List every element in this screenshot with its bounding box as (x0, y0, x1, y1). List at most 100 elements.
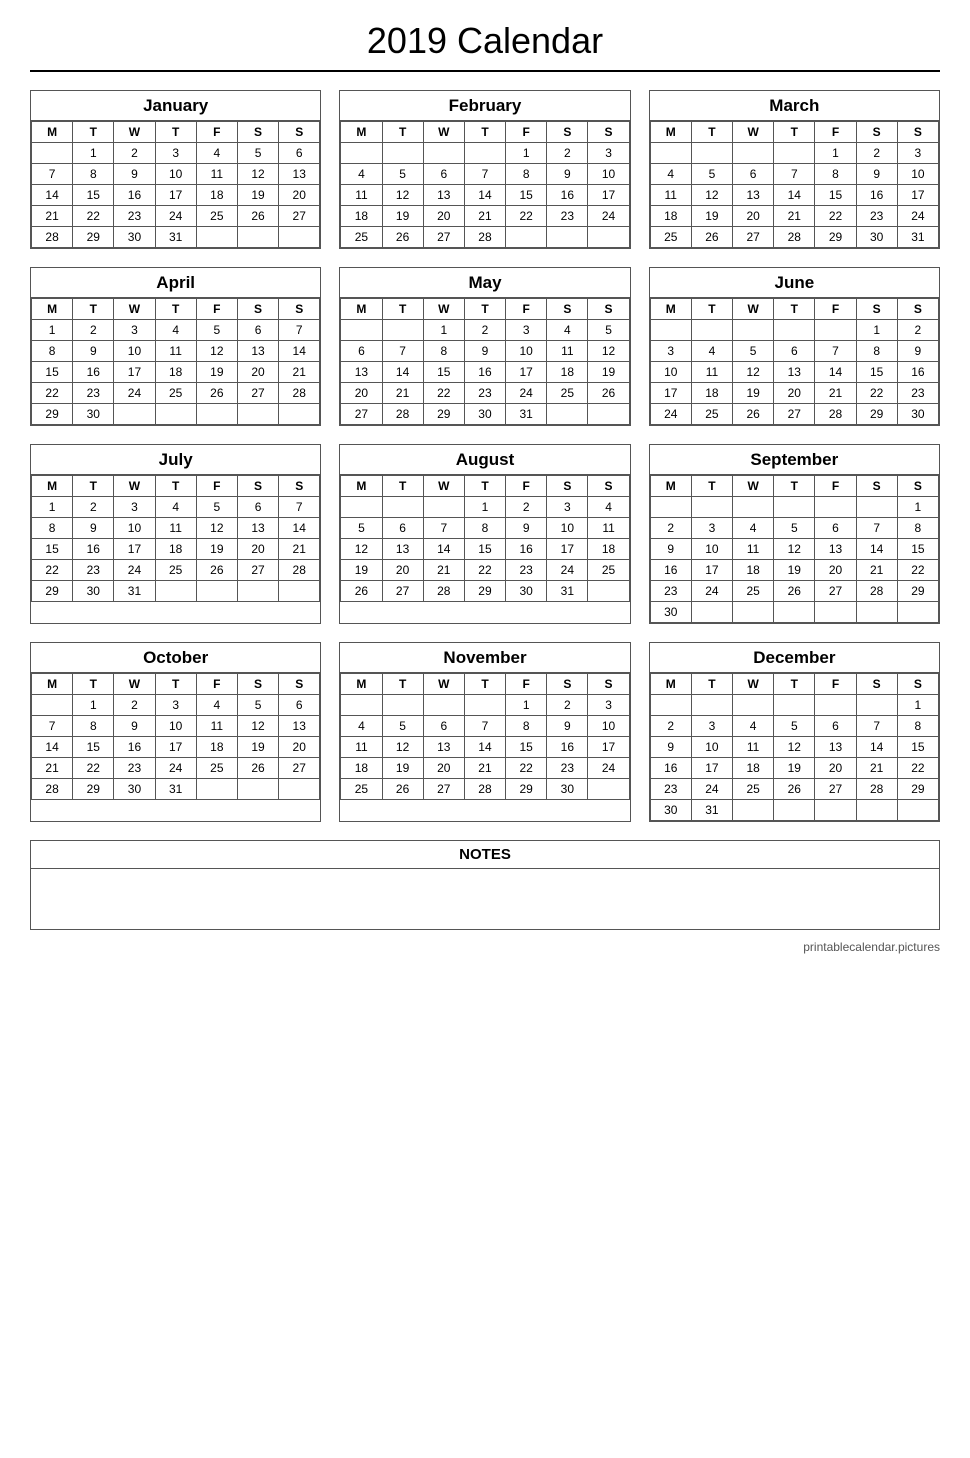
day-cell: 19 (196, 539, 237, 560)
day-cell (341, 695, 382, 716)
day-cell: 3 (588, 143, 629, 164)
day-cell: 5 (237, 143, 278, 164)
day-cell: 6 (815, 716, 856, 737)
day-cell: 9 (464, 341, 505, 362)
day-cell: 17 (691, 560, 732, 581)
day-cell: 19 (382, 206, 423, 227)
day-cell: 3 (506, 320, 547, 341)
day-header: M (341, 476, 382, 497)
day-cell (464, 695, 505, 716)
day-cell: 15 (815, 185, 856, 206)
day-cell: 16 (464, 362, 505, 383)
week-row: 14151617181920 (32, 185, 320, 206)
day-cell: 28 (382, 404, 423, 425)
week-row: 18192021222324 (341, 206, 629, 227)
day-cell: 18 (733, 758, 774, 779)
day-cell: 12 (588, 341, 629, 362)
day-header: S (237, 122, 278, 143)
week-row: 12345 (341, 320, 629, 341)
day-cell: 2 (114, 695, 155, 716)
day-cell: 17 (691, 758, 732, 779)
day-cell (382, 143, 423, 164)
day-cell: 21 (815, 383, 856, 404)
day-cell (733, 695, 774, 716)
day-cell: 24 (155, 758, 196, 779)
day-cell (341, 497, 382, 518)
day-cell: 28 (464, 779, 505, 800)
month-title-february: February (340, 91, 629, 121)
day-header: S (237, 674, 278, 695)
day-header: S (279, 476, 320, 497)
day-cell: 1 (897, 497, 938, 518)
day-cell: 13 (237, 518, 278, 539)
day-header: T (774, 674, 815, 695)
day-cell: 2 (650, 518, 691, 539)
day-header: F (506, 476, 547, 497)
day-cell: 23 (897, 383, 938, 404)
day-cell: 27 (279, 206, 320, 227)
day-cell: 13 (733, 185, 774, 206)
day-header: F (815, 299, 856, 320)
day-cell (774, 497, 815, 518)
day-cell: 13 (774, 362, 815, 383)
day-cell: 17 (650, 383, 691, 404)
day-cell: 19 (237, 185, 278, 206)
day-header: W (733, 476, 774, 497)
week-row: 2728293031 (341, 404, 629, 425)
day-cell: 16 (114, 185, 155, 206)
day-cell: 11 (650, 185, 691, 206)
day-cell: 9 (114, 164, 155, 185)
day-cell: 30 (73, 404, 114, 425)
day-cell: 24 (506, 383, 547, 404)
day-cell: 18 (155, 539, 196, 560)
day-cell: 14 (279, 341, 320, 362)
week-row: 1 (650, 497, 938, 518)
day-header: S (237, 476, 278, 497)
day-cell: 9 (547, 164, 588, 185)
day-cell: 6 (237, 320, 278, 341)
day-cell: 14 (32, 185, 73, 206)
notes-body[interactable] (31, 869, 939, 929)
day-cell: 20 (815, 560, 856, 581)
day-header: S (897, 674, 938, 695)
week-row: 18192021222324 (650, 206, 938, 227)
day-cell: 9 (73, 518, 114, 539)
day-header: M (32, 122, 73, 143)
day-cell: 18 (691, 383, 732, 404)
day-cell: 12 (382, 737, 423, 758)
day-header: S (856, 122, 897, 143)
day-cell: 15 (32, 539, 73, 560)
day-cell: 22 (32, 383, 73, 404)
day-cell: 22 (897, 560, 938, 581)
day-cell: 2 (73, 320, 114, 341)
day-cell: 11 (588, 518, 629, 539)
day-cell: 26 (733, 404, 774, 425)
week-row: 19202122232425 (341, 560, 629, 581)
month-block-november: NovemberMTWTFSS1234567891011121314151617… (339, 642, 630, 822)
day-cell: 11 (547, 341, 588, 362)
day-header: T (73, 122, 114, 143)
week-row: 12 (650, 320, 938, 341)
week-row: 12131415161718 (341, 539, 629, 560)
day-cell (196, 404, 237, 425)
day-cell: 15 (32, 362, 73, 383)
week-row: 2345678 (650, 518, 938, 539)
day-cell: 27 (423, 227, 464, 248)
day-cell: 22 (506, 206, 547, 227)
day-cell: 14 (815, 362, 856, 383)
day-cell: 2 (73, 497, 114, 518)
day-cell: 31 (114, 581, 155, 602)
day-header: T (73, 476, 114, 497)
day-cell: 29 (897, 779, 938, 800)
day-cell: 21 (856, 560, 897, 581)
day-cell: 3 (155, 695, 196, 716)
day-cell (856, 695, 897, 716)
day-cell: 19 (691, 206, 732, 227)
month-block-april: AprilMTWTFSS1234567891011121314151617181… (30, 267, 321, 426)
day-cell: 17 (114, 539, 155, 560)
day-header: S (237, 299, 278, 320)
day-cell (774, 143, 815, 164)
day-cell (588, 581, 629, 602)
day-cell: 26 (382, 779, 423, 800)
day-cell: 15 (73, 185, 114, 206)
